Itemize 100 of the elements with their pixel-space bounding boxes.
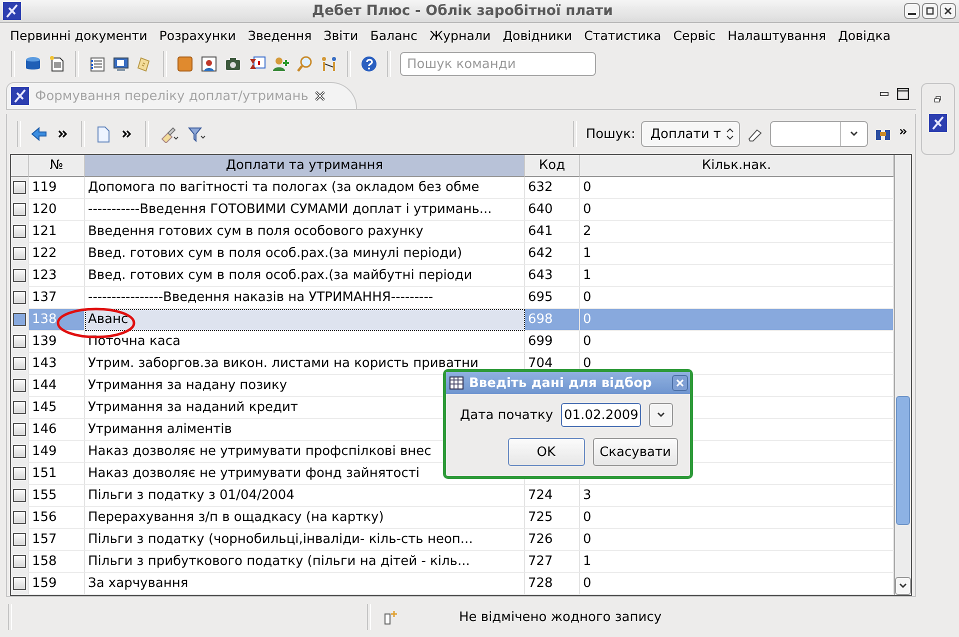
portrait-icon[interactable] (200, 55, 218, 73)
search-value-field[interactable] (770, 121, 868, 147)
menu-item[interactable]: Баланс (364, 28, 424, 42)
date-field[interactable]: 01.02.2009 (561, 403, 642, 427)
back-arrow-icon[interactable] (30, 125, 48, 143)
table-cell: 158 (29, 551, 85, 573)
maximize-icon (925, 6, 935, 16)
menu-item[interactable]: Розрахунки (153, 28, 242, 42)
scrollbar[interactable] (894, 155, 911, 595)
search-combo[interactable]: Доплати т (641, 121, 740, 147)
monitor-icon[interactable] (112, 55, 130, 73)
minimize-button[interactable] (904, 3, 920, 19)
table-cell: 0 (583, 290, 592, 305)
column-header[interactable]: Доплати та утримання (85, 155, 525, 177)
menu-item[interactable]: Довідники (496, 28, 578, 42)
table-cell: 143 (29, 353, 85, 375)
menu-item[interactable]: Статистика (578, 28, 668, 42)
table-cell: 1 (583, 246, 592, 261)
search-label: Пошук: (586, 126, 636, 142)
table-cell: 1 (583, 554, 592, 569)
table-cell: 728 (528, 576, 553, 591)
row-checkbox[interactable] (13, 401, 26, 414)
filter-dropdown-icon[interactable] (186, 125, 208, 143)
menu-item[interactable]: Сервіс (667, 28, 722, 42)
user-add-icon[interactable] (272, 55, 290, 73)
row-checkbox[interactable] (13, 357, 26, 370)
table-row[interactable]: 121 Введення готових сум в поля особового рахунку 641 2 (11, 221, 894, 243)
table-row[interactable]: 138 Аванс 698 0 (11, 309, 894, 331)
table-row[interactable]: 122 Введ. готових сум в поля особ.рах.(за минулі періоди) 642 1 (11, 243, 894, 265)
table-cell: 698 (528, 312, 553, 327)
app-icon[interactable] (929, 114, 947, 132)
table-cell: 145 (29, 397, 85, 419)
column-header[interactable]: Код (525, 155, 580, 177)
row-checkbox[interactable] (13, 533, 26, 546)
table-row[interactable]: 155 Пільги з податку з 01/04/2004 724 3 (11, 485, 894, 507)
menu-item[interactable]: Первинні документи (4, 28, 154, 42)
table-row[interactable]: 123 Введ. готових сум в поля особ.рах.(за майбутні періоди 643 1 (11, 265, 894, 287)
menu-item[interactable]: Зведення (242, 28, 318, 42)
ok-button[interactable]: OK (508, 438, 585, 466)
caret-icon (656, 411, 666, 419)
row-checkbox[interactable] (13, 489, 26, 502)
row-checkbox[interactable] (13, 555, 26, 568)
row-checkbox[interactable] (13, 291, 26, 304)
table-cell: Аванс (85, 309, 525, 331)
table-cell: 3 (583, 488, 592, 503)
column-header[interactable]: Кільк.нак. (580, 155, 894, 177)
column-header[interactable]: № (29, 155, 85, 177)
table-cell: 0 (583, 312, 592, 327)
table-cell: 119 (29, 177, 85, 199)
table-cell: 0 (583, 510, 592, 525)
maximize-icon[interactable] (896, 87, 910, 101)
maximize-button[interactable] (922, 3, 938, 19)
table-row[interactable]: 120 -----------Введення ГОТОВИМИ СУМАМИ доплат і утримань... 640 0 (11, 199, 894, 221)
table-cell: Пільги з прибуткового податку (пільги на дітей - кіль... (85, 551, 525, 573)
corner-cell (11, 155, 29, 177)
row-checkbox[interactable] (13, 467, 26, 480)
row-checkbox[interactable] (13, 225, 26, 238)
list-icon[interactable] (88, 55, 106, 73)
menu-item[interactable]: Довідка (832, 28, 897, 42)
scrollbar-thumb[interactable] (896, 396, 910, 525)
command-search-field[interactable]: Пошук команди (400, 52, 596, 76)
table-cell: 156 (29, 507, 85, 529)
table-cell: Пільги з податку з 01/04/2004 (85, 485, 525, 507)
caret-icon (849, 130, 859, 138)
caret-icon[interactable] (898, 582, 908, 590)
square-icon[interactable] (176, 55, 194, 73)
table-row[interactable]: 158 Пільги з прибуткового податку (пільги на дітей - кіль... 727 1 (11, 551, 894, 573)
table-cell: 159 (29, 573, 85, 595)
table-row[interactable]: 159 За харчування 728 0 (11, 573, 894, 595)
table-cell: Пільги з податку (чорнобильці,інваліди- кіль-сть неоп... (85, 529, 525, 551)
table-cell: 122 (29, 243, 85, 265)
people-icon[interactable] (320, 55, 338, 73)
row-checkbox[interactable] (13, 445, 26, 458)
row-checkbox[interactable] (13, 423, 26, 436)
status-icon (383, 609, 399, 625)
row-checkbox[interactable] (13, 511, 26, 524)
row-checkbox[interactable] (13, 203, 26, 216)
menu-item[interactable]: Журнали (423, 28, 497, 42)
row-checkbox[interactable] (13, 181, 26, 194)
table-cell: Введ. готових сум в поля особ.рах.(за майбутні періоди (85, 265, 525, 287)
help-icon[interactable] (360, 55, 378, 73)
table-cell: 0 (583, 532, 592, 547)
new-document-icon[interactable] (48, 55, 66, 73)
table-row[interactable]: 119 Допомога по вагітності та пологах (за окладом без обме 632 0 (11, 177, 894, 199)
table-row[interactable]: 157 Пільги з податку (чорнобильці,інваліди- кіль-сть неоп... 726 0 (11, 529, 894, 551)
date-dropdown-button[interactable] (649, 403, 674, 427)
cancel-button[interactable]: Скасувати (592, 438, 678, 466)
row-checkbox[interactable] (13, 247, 26, 260)
menu-item[interactable]: Звіти (318, 28, 364, 42)
row-checkbox[interactable] (13, 313, 26, 326)
row-checkbox[interactable] (13, 577, 26, 590)
close-button[interactable] (940, 3, 956, 19)
menu-item[interactable]: Налаштування (722, 28, 832, 42)
table-cell: 155 (29, 485, 85, 507)
table-row[interactable]: 156 Перерахування з/п в ощадкасу (на картку) 725 0 (11, 507, 894, 529)
table-cell: Введення готових сум в поля особового рахунку (85, 221, 525, 243)
row-checkbox[interactable] (13, 269, 26, 282)
row-checkbox[interactable] (13, 379, 26, 392)
row-checkbox[interactable] (13, 335, 26, 348)
close-icon[interactable] (314, 90, 326, 102)
